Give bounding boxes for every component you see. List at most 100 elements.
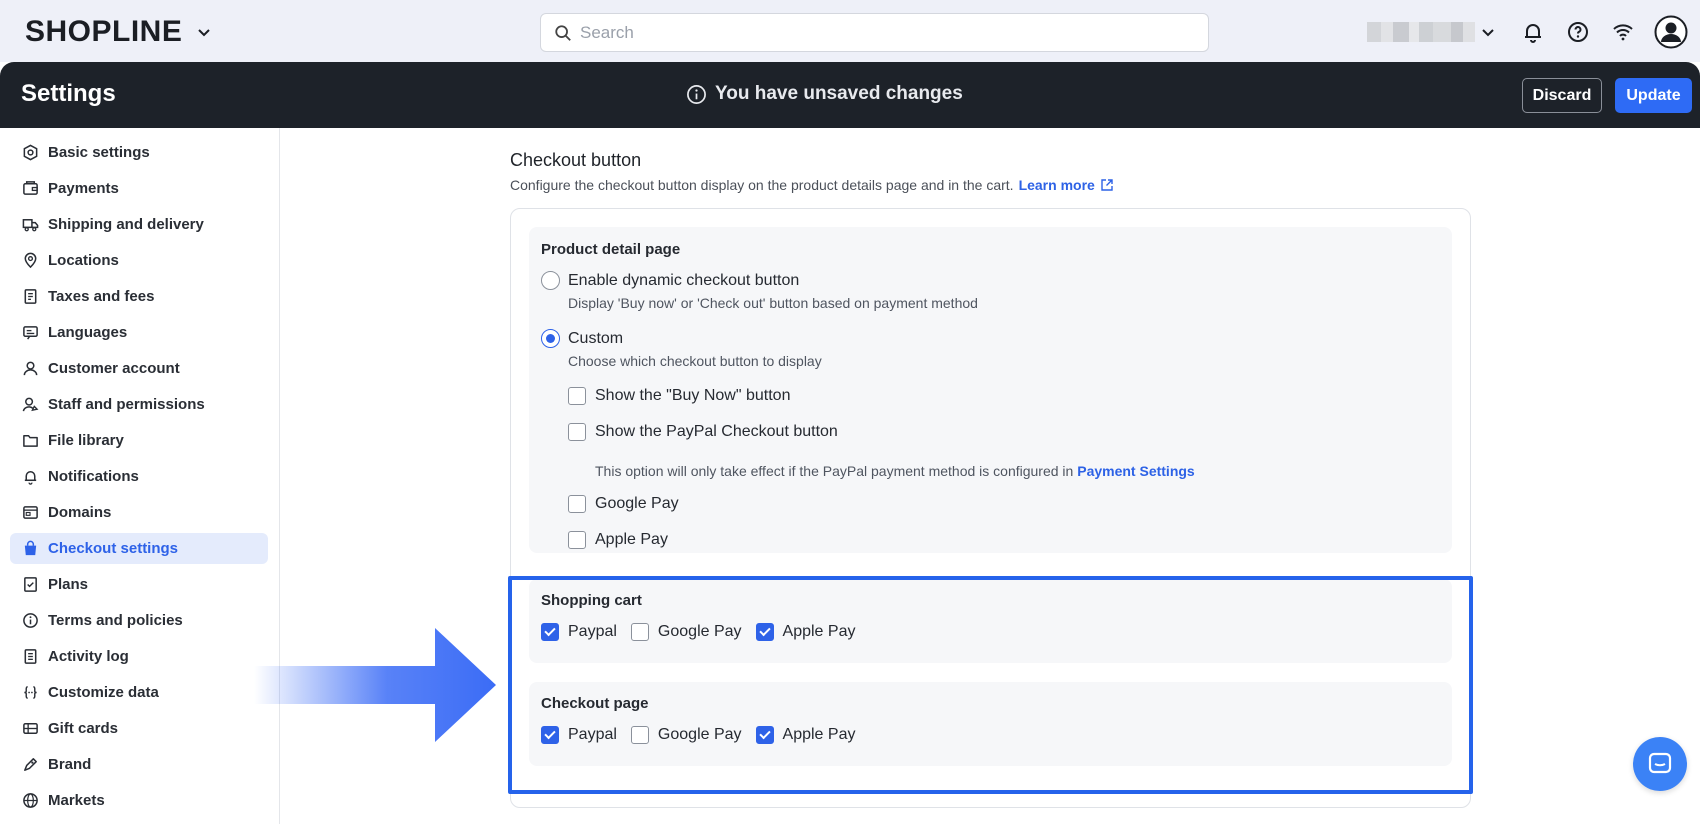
sidebar-item-file-library[interactable]: File library — [10, 425, 268, 456]
sidebar-item-label: Customer account — [48, 360, 180, 377]
sidebar-item-brand[interactable]: Brand — [10, 749, 268, 780]
checkbox-label: Google Pay — [595, 495, 679, 512]
sidebar-item-label: Activity log — [48, 648, 129, 665]
bell-icon[interactable] — [1521, 20, 1545, 44]
gear-hex-icon — [23, 144, 38, 161]
search-box[interactable] — [540, 13, 1209, 52]
checkbox-label: Show the PayPal Checkout button — [595, 423, 838, 440]
checkbox-checked[interactable] — [541, 726, 559, 744]
receipt-icon — [24, 289, 37, 304]
sidebar-item-notifications[interactable]: Notifications — [10, 461, 268, 492]
help-icon[interactable] — [1566, 20, 1590, 44]
checkbox-label: Google Pay — [657, 726, 742, 743]
sidebar-item-label: Locations — [48, 252, 119, 269]
person-icon — [23, 361, 38, 376]
braces-icon — [24, 686, 37, 699]
sidebar-item-markets[interactable]: Markets — [10, 785, 268, 816]
update-button[interactable]: Update — [1615, 78, 1692, 113]
account-name-blurred[interactable] — [1367, 22, 1475, 42]
chat-icon — [1648, 752, 1672, 774]
learn-more-link[interactable]: Learn more — [1019, 177, 1114, 193]
settings-header: Settings You have unsaved changes Discar… — [0, 62, 1700, 128]
checkout-apple-pay-checkbox[interactable]: Apple Pay — [755, 726, 855, 744]
payment-settings-link[interactable]: Payment Settings — [1077, 463, 1194, 479]
checkbox-checked[interactable] — [755, 726, 774, 744]
sidebar-item-taxes[interactable]: Taxes and fees — [10, 281, 268, 312]
paypal-hint: This option will only take effect if the… — [595, 463, 1195, 479]
checkout-payment-options: Paypal Google Pay Apple Pay — [541, 726, 869, 744]
log-icon — [24, 649, 37, 664]
checkbox-checked[interactable] — [755, 623, 774, 641]
location-pin-icon — [24, 252, 37, 269]
sidebar-item-customize-data[interactable]: Customize data — [10, 677, 268, 708]
page-title: Settings — [21, 80, 116, 107]
checkbox-unchecked[interactable] — [568, 387, 586, 405]
dynamic-hint: Display 'Buy now' or 'Check out' button … — [568, 295, 978, 311]
sidebar-item-label: Shipping and delivery — [48, 216, 204, 233]
shop-switcher[interactable]: SHOPLINE — [25, 15, 212, 48]
shopping-cart-panel: Shopping cart Paypal Google Pay Apple Pa… — [529, 579, 1452, 663]
wifi-icon[interactable] — [1611, 20, 1635, 44]
chevron-down-icon — [198, 29, 211, 37]
discard-button[interactable]: Discard — [1522, 78, 1602, 113]
language-icon — [23, 326, 38, 340]
sidebar-item-activity-log[interactable]: Activity log — [10, 641, 268, 672]
sidebar-item-label: Markets — [48, 792, 105, 809]
checkout-page-panel: Checkout page Paypal Google Pay Apple Pa… — [529, 682, 1452, 766]
sidebar-item-shipping[interactable]: Shipping and delivery — [10, 209, 268, 240]
checkout-google-pay-checkbox[interactable]: Google Pay — [630, 726, 742, 744]
cart-paypal-checkbox[interactable]: Paypal — [541, 623, 617, 641]
sidebar-item-checkout-settings[interactable]: Checkout settings — [10, 533, 268, 564]
paypal-hint-text: This option will only take effect if the… — [595, 463, 1074, 479]
section-title: Checkout button — [510, 150, 642, 170]
globe-icon — [23, 793, 38, 808]
sidebar-item-languages[interactable]: Languages — [10, 317, 268, 348]
cart-apple-pay-checkbox[interactable]: Apple Pay — [755, 623, 855, 641]
sidebar-item-customer-account[interactable]: Customer account — [10, 353, 268, 384]
sidebar-item-label: Basic settings — [48, 144, 150, 161]
dynamic-checkout-radio[interactable]: Enable dynamic checkout button — [541, 271, 799, 290]
custom-radio[interactable]: Custom — [541, 329, 623, 348]
checkbox-unchecked[interactable] — [568, 423, 586, 441]
sidebar-item-plans[interactable]: Plans — [10, 569, 268, 600]
panel-title: Checkout page — [541, 695, 649, 712]
radio-unselected[interactable] — [541, 271, 560, 290]
checkbox-unchecked[interactable] — [630, 726, 649, 744]
paypal-checkout-checkbox[interactable]: Show the PayPal Checkout button — [568, 423, 838, 441]
external-link-icon — [1101, 179, 1113, 191]
cart-google-pay-checkbox[interactable]: Google Pay — [630, 623, 742, 641]
info-icon — [23, 613, 38, 628]
cart-payment-options: Paypal Google Pay Apple Pay — [541, 623, 869, 641]
sidebar-item-payments[interactable]: Payments — [10, 173, 268, 204]
sidebar-item-staff[interactable]: Staff and permissions — [10, 389, 268, 420]
checkbox-unchecked[interactable] — [630, 623, 649, 641]
gift-card-icon — [23, 723, 38, 734]
checkbox-checked[interactable] — [541, 623, 559, 641]
sidebar-item-label: File library — [48, 432, 124, 449]
checkbox-unchecked[interactable] — [568, 495, 586, 513]
top-bar: SHOPLINE — [0, 0, 1700, 62]
buy-now-checkbox[interactable]: Show the "Buy Now" button — [568, 387, 790, 405]
sidebar-item-label: Payments — [48, 180, 119, 197]
sidebar-item-terms[interactable]: Terms and policies — [10, 605, 268, 636]
checkbox-unchecked[interactable] — [568, 531, 586, 549]
checkout-button-card: Product detail page Enable dynamic check… — [510, 208, 1471, 808]
user-avatar-icon[interactable] — [1654, 15, 1688, 49]
shopping-bag-icon — [24, 540, 37, 556]
chat-support-button[interactable] — [1633, 737, 1687, 791]
sidebar-item-locations[interactable]: Locations — [10, 245, 268, 276]
pdp-google-pay-checkbox[interactable]: Google Pay — [568, 495, 679, 513]
sidebar-item-domains[interactable]: Domains — [10, 497, 268, 528]
checkout-paypal-checkbox[interactable]: Paypal — [541, 726, 617, 744]
search-input[interactable] — [580, 22, 1180, 43]
sidebar-item-gift-cards[interactable]: Gift cards — [10, 713, 268, 744]
checkbox-label: Google Pay — [657, 623, 742, 640]
sidebar-item-label: Languages — [48, 324, 128, 341]
sidebar-item-basic-settings[interactable]: Basic settings — [10, 137, 268, 168]
radio-selected[interactable] — [541, 329, 560, 348]
chevron-down-icon[interactable] — [1480, 24, 1496, 40]
sidebar-item-label: Staff and permissions — [48, 396, 205, 413]
sidebar-item-label: Checkout settings — [48, 540, 179, 557]
pdp-apple-pay-checkbox[interactable]: Apple Pay — [568, 531, 668, 549]
panel-title: Shopping cart — [541, 592, 642, 609]
